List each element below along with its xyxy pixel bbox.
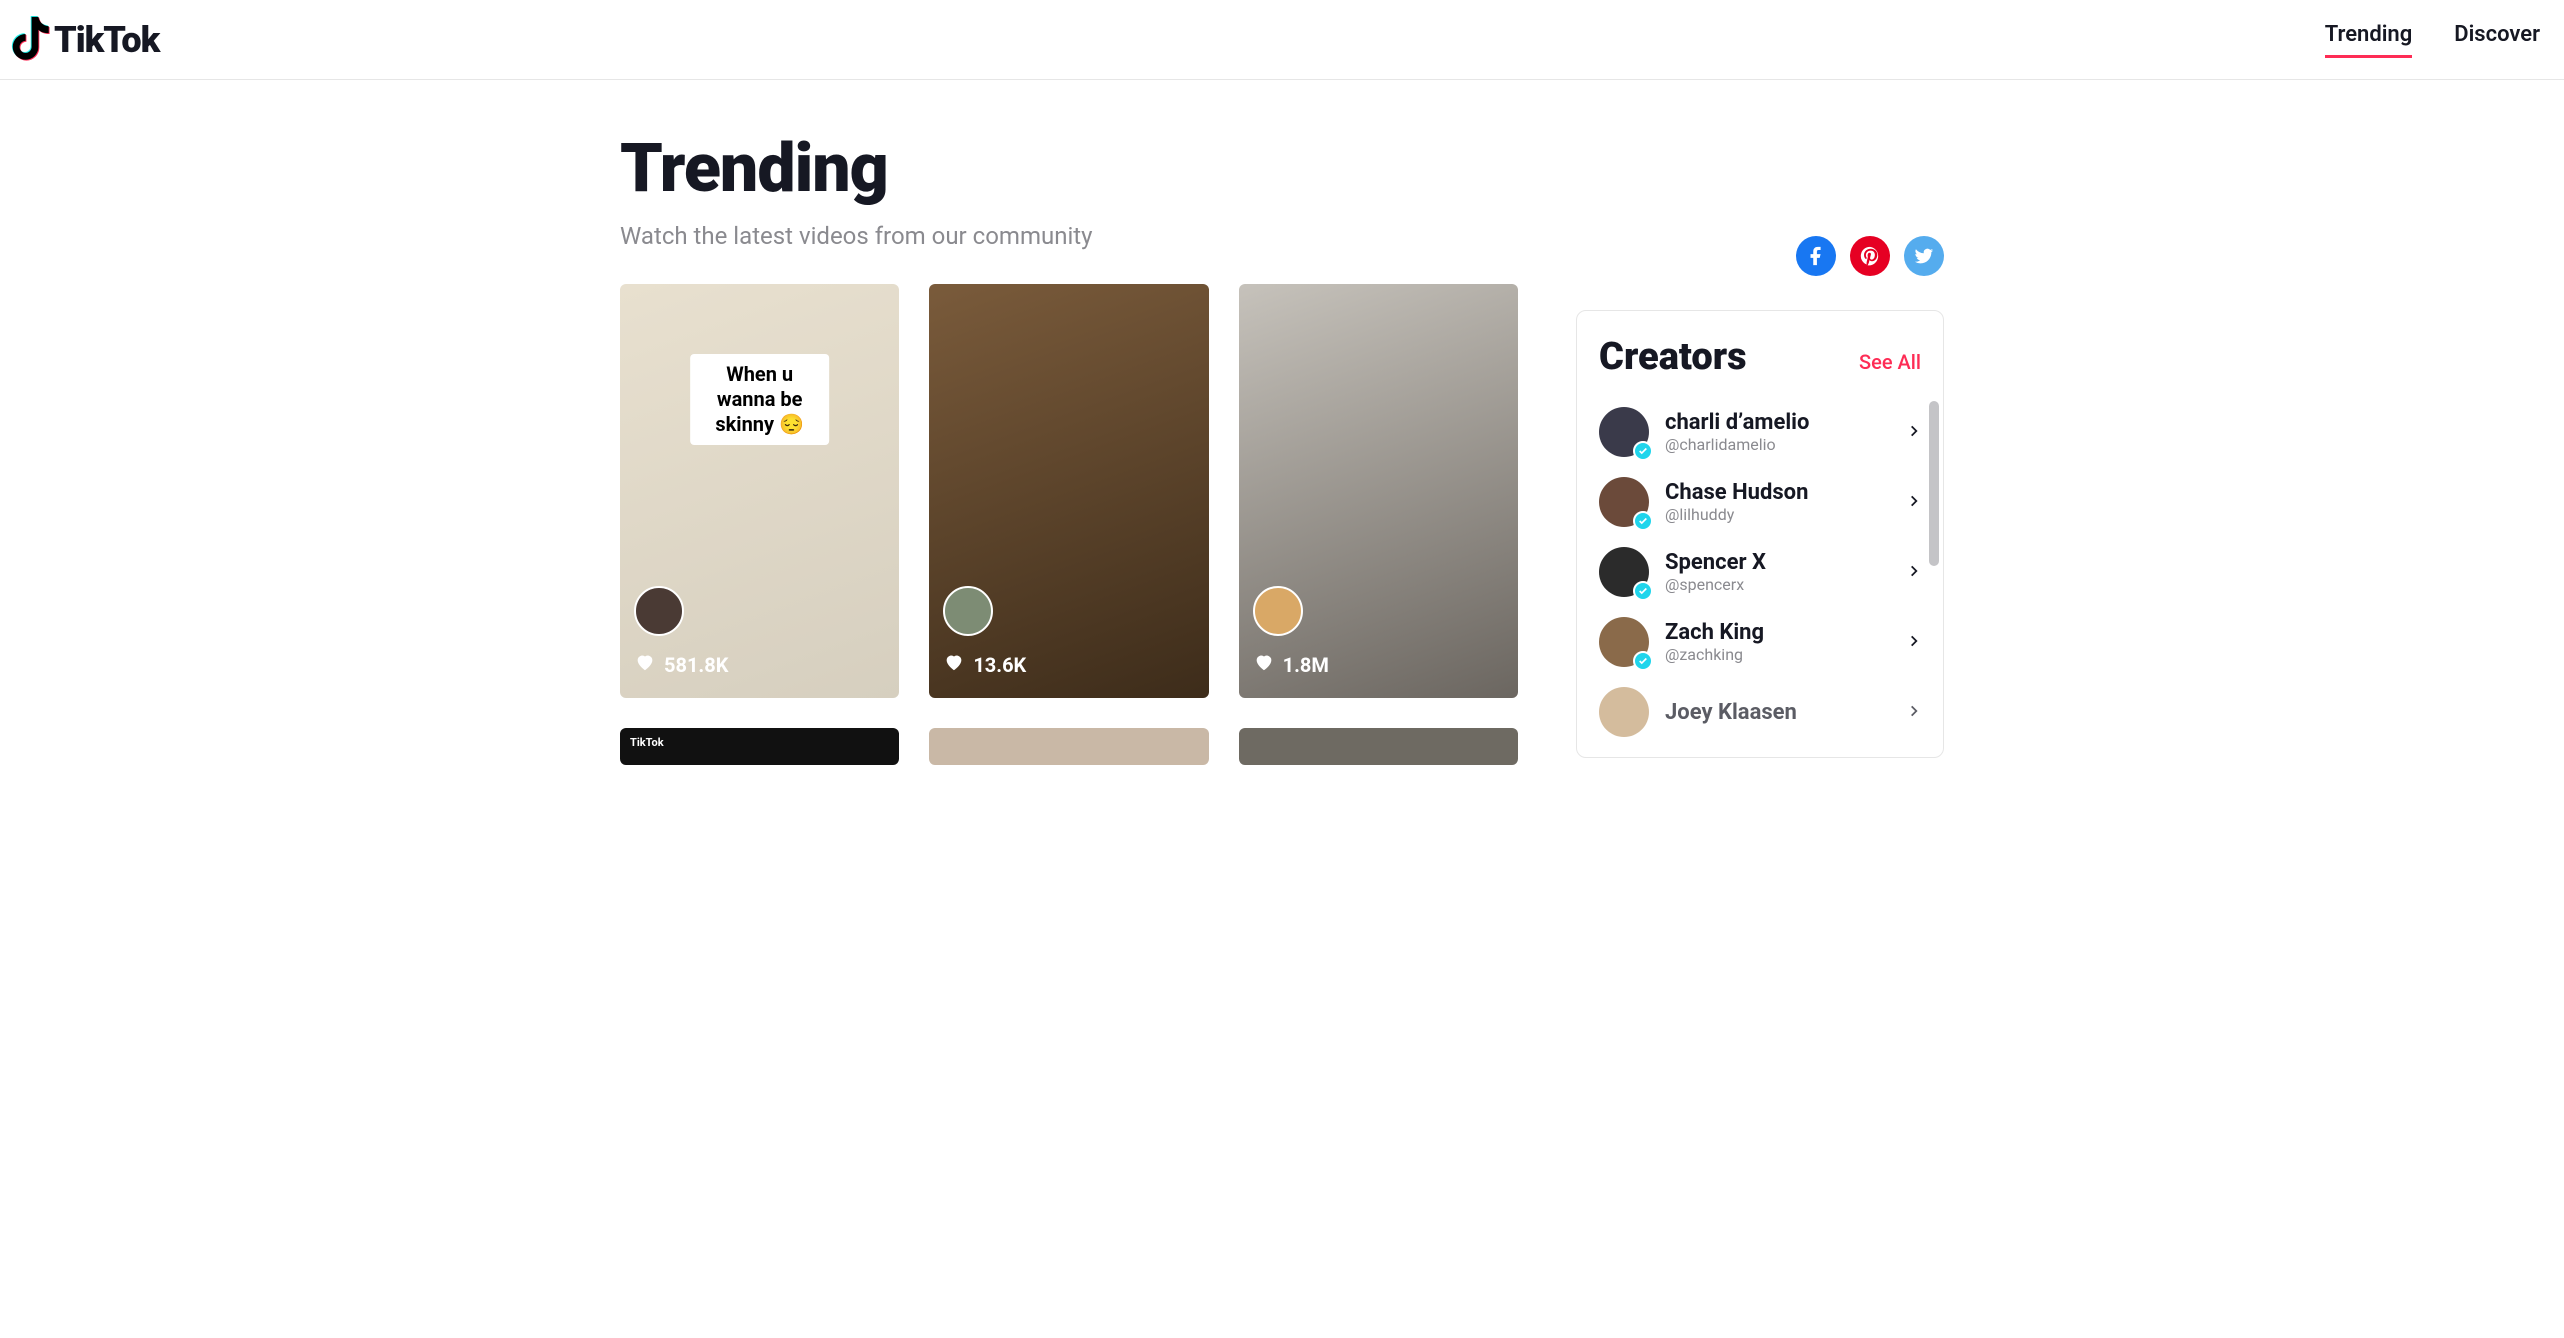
creator-avatar	[1599, 617, 1649, 667]
creator-name: charli d’amelio	[1665, 410, 1891, 435]
video-card[interactable]: TikTok	[620, 728, 899, 765]
creator-name: Chase Hudson	[1665, 480, 1891, 505]
heart-icon	[1253, 651, 1275, 678]
see-all-link[interactable]: See All	[1859, 350, 1921, 374]
creator-handle: @lilhuddy	[1665, 505, 1891, 524]
verified-badge-icon	[1633, 581, 1653, 601]
creator-row[interactable]: Chase Hudson @lilhuddy	[1577, 467, 1943, 537]
chevron-right-icon	[1907, 493, 1921, 512]
heart-icon	[943, 651, 965, 678]
video-card[interactable]: 1.8M	[1239, 284, 1518, 698]
chevron-right-icon	[1907, 633, 1921, 652]
pinterest-icon[interactable]	[1850, 236, 1890, 276]
heart-icon	[634, 651, 656, 678]
nav-discover[interactable]: Discover	[2454, 22, 2540, 58]
chevron-right-icon	[1907, 703, 1921, 722]
creators-title: Creators	[1599, 335, 1747, 379]
scrollbar-thumb[interactable]	[1929, 401, 1939, 566]
creator-avatar	[1599, 547, 1649, 597]
like-count: 13.6K	[943, 651, 1026, 678]
creator-avatar[interactable]	[943, 586, 993, 636]
chevron-right-icon	[1907, 423, 1921, 442]
like-count: 581.8K	[634, 651, 728, 678]
video-card[interactable]: When u wanna be skinny 😔 581.8K	[620, 284, 899, 698]
site-header: TikTok Trending Discover	[0, 0, 2564, 80]
page-title: Trending	[620, 128, 1093, 208]
tiktok-watermark: TikTok	[630, 736, 664, 749]
verified-badge-icon	[1633, 441, 1653, 461]
tiktok-wordmark: TikTok	[54, 19, 159, 61]
creators-list[interactable]: charli d’amelio @charlidamelio Chase Hud…	[1577, 397, 1943, 757]
share-icons	[1576, 236, 1944, 276]
creator-avatar	[1599, 687, 1649, 737]
sidebar: Creators See All charli d’amelio @charli…	[1576, 128, 1944, 765]
creator-avatar[interactable]	[1253, 586, 1303, 636]
creator-handle: @spencerx	[1665, 575, 1891, 594]
video-card[interactable]	[1239, 728, 1518, 765]
page-subtitle: Watch the latest videos from our communi…	[620, 222, 1093, 250]
creator-name: Zach King	[1665, 620, 1891, 645]
creator-avatar[interactable]	[634, 586, 684, 636]
creator-name: Joey Klaasen	[1665, 700, 1891, 725]
creator-handle: @charlidamelio	[1665, 435, 1891, 454]
video-card[interactable]: 13.6K	[929, 284, 1208, 698]
verified-badge-icon	[1633, 651, 1653, 671]
primary-nav: Trending Discover	[2325, 22, 2540, 58]
creator-row[interactable]: Spencer X @spencerx	[1577, 537, 1943, 607]
video-card[interactable]	[929, 728, 1208, 765]
creator-handle: @zachking	[1665, 645, 1891, 664]
verified-badge-icon	[1633, 511, 1653, 531]
video-grid: When u wanna be skinny 😔 581.8K 13	[620, 284, 1518, 765]
facebook-icon[interactable]	[1796, 236, 1836, 276]
video-caption: When u wanna be skinny 😔	[690, 354, 830, 445]
creator-row[interactable]: Zach King @zachking	[1577, 607, 1943, 677]
chevron-right-icon	[1907, 563, 1921, 582]
creator-row[interactable]: charli d’amelio @charlidamelio	[1577, 397, 1943, 467]
twitter-icon[interactable]	[1904, 236, 1944, 276]
tiktok-logo[interactable]: TikTok	[8, 16, 159, 64]
tiktok-note-icon	[8, 16, 50, 64]
creator-row[interactable]: Joey Klaasen	[1577, 677, 1943, 747]
creators-card: Creators See All charli d’amelio @charli…	[1576, 310, 1944, 758]
like-count: 1.8M	[1253, 651, 1329, 678]
title-row: Trending Watch the latest videos from ou…	[620, 128, 1518, 250]
creator-avatar	[1599, 407, 1649, 457]
creator-name: Spencer X	[1665, 550, 1891, 575]
page-body: Trending Watch the latest videos from ou…	[552, 80, 2012, 765]
creator-avatar	[1599, 477, 1649, 527]
nav-trending[interactable]: Trending	[2325, 22, 2413, 58]
